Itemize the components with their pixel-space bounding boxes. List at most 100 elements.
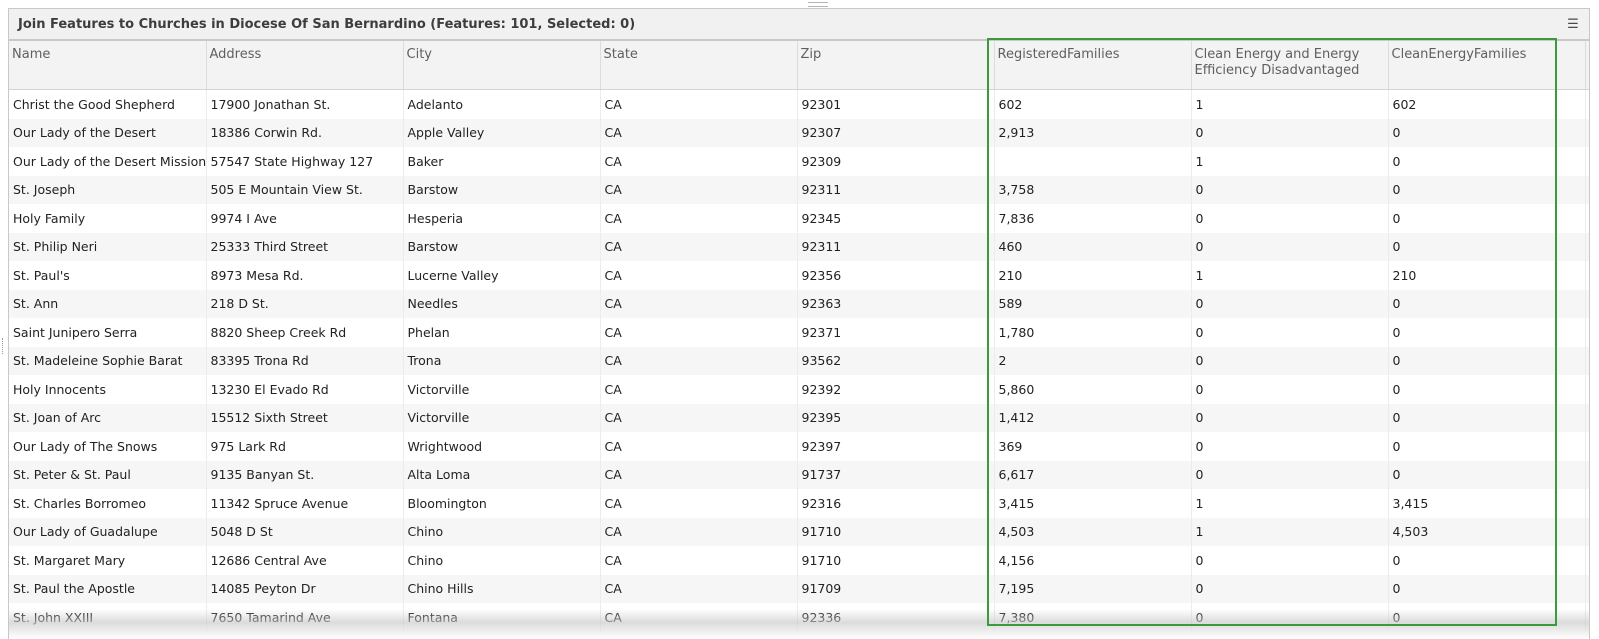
- table-row[interactable]: St. John XXIII 7650 Tamarind Ave Fontana CA…: [9, 603, 1589, 632]
- cell-clean-energy-families: 0: [1388, 175, 1586, 204]
- cell-address: 25333 Third Street: [206, 232, 404, 261]
- hamburger-menu-icon[interactable]: ☰: [1565, 17, 1581, 32]
- column-header-address[interactable]: Address: [206, 41, 404, 90]
- cell-address: 11342 Spruce Avenue: [206, 489, 404, 518]
- column-header-name[interactable]: Name: [9, 41, 207, 90]
- cell-clean-energy-families: 602: [1388, 89, 1586, 119]
- table-row[interactable]: Our Lady of the Desert 18386 Corwin Rd. Ap…: [9, 118, 1589, 147]
- cell-clean-energy-families: 0: [1388, 318, 1586, 347]
- cell-state: CA: [600, 118, 798, 147]
- cell-city: Alta Loma: [403, 460, 601, 489]
- cell-state: CA: [600, 489, 798, 518]
- cell-clean-energy-disadvantaged: 0: [1191, 403, 1389, 432]
- cell-clean-energy-disadvantaged: 0: [1191, 432, 1389, 461]
- panel-resize-handle[interactable]: [808, 2, 828, 7]
- column-header-clean-energy-families[interactable]: CleanEnergyFamilies: [1388, 41, 1586, 90]
- column-header-zip[interactable]: Zip: [797, 41, 995, 90]
- cell-name: Our Lady of The Snows: [9, 432, 207, 461]
- cell-state: CA: [600, 574, 798, 603]
- cell-state: CA: [600, 232, 798, 261]
- cell-clean-energy-disadvantaged: 0: [1191, 175, 1389, 204]
- cell-registered-families: 2,913: [994, 118, 1192, 147]
- cell-registered-families: 7,836: [994, 204, 1192, 233]
- table-row[interactable]: St. Paul the Apostle 14085 Peyton Dr Chino…: [9, 574, 1589, 603]
- cell-city: Victorville: [403, 375, 601, 404]
- table-row[interactable]: Holy Family 9974 I Ave Hesperia CA 92345 7,83…: [9, 204, 1589, 233]
- table-row[interactable]: St. Charles Borromeo 11342 Spruce Avenue B…: [9, 489, 1589, 518]
- cell-zip: 92311: [797, 232, 995, 261]
- cell-city: Bloomington: [403, 489, 601, 518]
- cell-address: 15512 Sixth Street: [206, 403, 404, 432]
- cell-state: CA: [600, 517, 798, 546]
- row-spacer: [1585, 204, 1589, 233]
- cell-city: Needles: [403, 289, 601, 318]
- header-spacer: [1585, 41, 1589, 90]
- cell-address: 5048 D St: [206, 517, 404, 546]
- table-row[interactable]: St. Philip Neri 25333 Third Street Barstow…: [9, 232, 1589, 261]
- table-row[interactable]: St. Joseph 505 E Mountain View St. Barstow…: [9, 175, 1589, 204]
- column-header-clean-energy-disadvantaged[interactable]: Clean Energy and Energy Efficiency Disad…: [1191, 41, 1389, 90]
- table-row[interactable]: Saint Junipero Serra 8820 Sheep Creek Rd P…: [9, 318, 1589, 347]
- cell-zip: 92371: [797, 318, 995, 347]
- side-resize-handle[interactable]: [2, 338, 5, 354]
- cell-clean-energy-families: 0: [1388, 346, 1586, 375]
- cell-name: St. Philip Neri: [9, 232, 207, 261]
- cell-clean-energy-disadvantaged: 0: [1191, 232, 1389, 261]
- cell-address: 13230 El Evado Rd: [206, 375, 404, 404]
- cell-name: Holy Family: [9, 204, 207, 233]
- row-spacer: [1585, 346, 1589, 375]
- cell-clean-energy-families: 0: [1388, 546, 1586, 575]
- cell-address: 975 Lark Rd: [206, 432, 404, 461]
- cell-name: St. Madeleine Sophie Barat: [9, 346, 207, 375]
- cell-registered-families: [994, 147, 1192, 176]
- cell-address: 505 E Mountain View St.: [206, 175, 404, 204]
- table-row[interactable]: St. Ann 218 D St. Needles CA 92363 589 0 0: [9, 289, 1589, 318]
- cell-name: Saint Junipero Serra: [9, 318, 207, 347]
- cell-registered-families: 7,195: [994, 574, 1192, 603]
- cell-clean-energy-disadvantaged: 0: [1191, 289, 1389, 318]
- cell-address: 7650 Tamarind Ave: [206, 603, 404, 632]
- cell-state: CA: [600, 460, 798, 489]
- cell-name: Our Lady of Guadalupe: [9, 517, 207, 546]
- cell-registered-families: 4,503: [994, 517, 1192, 546]
- table-row[interactable]: Our Lady of Guadalupe 5048 D St Chino CA 917…: [9, 517, 1589, 546]
- column-header-state[interactable]: State: [600, 41, 798, 90]
- table-row[interactable]: St. Joan of Arc 15512 Sixth Street Victorv…: [9, 403, 1589, 432]
- cell-clean-energy-families: 0: [1388, 603, 1586, 632]
- cell-state: CA: [600, 175, 798, 204]
- cell-city: Hesperia: [403, 204, 601, 233]
- column-header-city[interactable]: City: [403, 41, 601, 90]
- row-spacer: [1585, 403, 1589, 432]
- cell-registered-families: 1,780: [994, 318, 1192, 347]
- cell-state: CA: [600, 289, 798, 318]
- table-row[interactable]: St. Margaret Mary 12686 Central Ave Chino C…: [9, 546, 1589, 575]
- cell-city: Wrightwood: [403, 432, 601, 461]
- table-row[interactable]: Our Lady of The Snows 975 Lark Rd Wrightwo…: [9, 432, 1589, 461]
- table-row[interactable]: St. Peter & St. Paul 9135 Banyan St. Alta …: [9, 460, 1589, 489]
- row-spacer: [1585, 460, 1589, 489]
- table-row[interactable]: Holy Innocents 13230 El Evado Rd Victorvil…: [9, 375, 1589, 404]
- cell-state: CA: [600, 432, 798, 461]
- cell-state: CA: [600, 261, 798, 290]
- cell-state: CA: [600, 603, 798, 632]
- cell-registered-families: 3,415: [994, 489, 1192, 518]
- table-row[interactable]: Our Lady of the Desert Mission 57547 Stat…: [9, 147, 1589, 176]
- cell-clean-energy-families: 0: [1388, 574, 1586, 603]
- cell-city: Lucerne Valley: [403, 261, 601, 290]
- cell-state: CA: [600, 147, 798, 176]
- cell-clean-energy-disadvantaged: 0: [1191, 375, 1389, 404]
- table-row[interactable]: Christ the Good Shepherd 17900 Jonathan S…: [9, 89, 1589, 119]
- cell-registered-families: 6,617: [994, 460, 1192, 489]
- table-row[interactable]: St. Madeleine Sophie Barat 83395 Trona Rd…: [9, 346, 1589, 375]
- cell-address: 17900 Jonathan St.: [206, 89, 404, 119]
- cell-clean-energy-families: 0: [1388, 403, 1586, 432]
- row-spacer: [1585, 232, 1589, 261]
- row-spacer: [1585, 375, 1589, 404]
- column-header-registered-families[interactable]: RegisteredFamilies: [994, 41, 1192, 90]
- table-row[interactable]: St. Paul's 8973 Mesa Rd. Lucerne Valley CA 9…: [9, 261, 1589, 290]
- cell-city: Adelanto: [403, 89, 601, 119]
- attribute-table-panel: Join Features to Churches in Diocese Of …: [8, 8, 1590, 639]
- cell-address: 9974 I Ave: [206, 204, 404, 233]
- cell-clean-energy-disadvantaged: 1: [1191, 147, 1389, 176]
- row-spacer: [1585, 603, 1589, 632]
